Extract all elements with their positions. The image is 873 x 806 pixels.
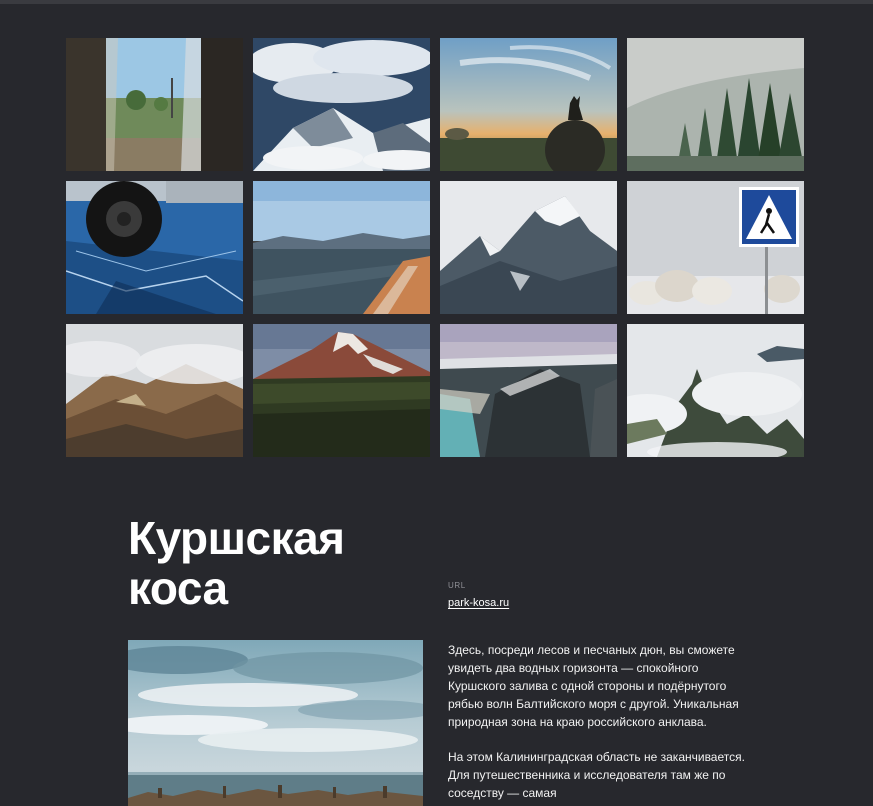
coastal-cliffs-photo — [440, 324, 617, 457]
gallery-tile-clouds-mountains[interactable] — [253, 38, 430, 171]
gallery-tile-snowy-peak[interactable] — [440, 181, 617, 314]
train-window-photo — [66, 38, 243, 171]
car-wheel-on-ice-photo — [66, 181, 243, 314]
photo-gallery — [66, 38, 806, 457]
curonian-spit-sea-photo — [128, 640, 423, 806]
misty-forest-photo — [627, 38, 804, 171]
url-label: URL — [448, 581, 466, 590]
gallery-tile-volcano[interactable] — [253, 324, 430, 457]
article-paragraph-2: На этом Калининградская область не закан… — [448, 750, 745, 800]
article-paragraph-1: Здесь, посреди лесов и песчаных дюн, вы … — [448, 643, 739, 729]
title-line-2: коса — [128, 562, 228, 614]
article-title: Куршская коса — [128, 513, 428, 613]
hero-photo — [128, 640, 423, 806]
misty-hills-photo — [66, 324, 243, 457]
gallery-tile-coastal-cliffs[interactable] — [440, 324, 617, 457]
site-link[interactable]: park-kosa.ru — [448, 597, 509, 609]
clouds-over-mountains-photo — [253, 38, 430, 171]
pedestrian-sign-photo — [627, 181, 804, 314]
lake-shore-mountains-photo — [253, 181, 430, 314]
mountains-in-clouds-photo — [627, 324, 804, 457]
top-bar — [0, 0, 873, 4]
gallery-tile-train-window[interactable] — [66, 38, 243, 171]
wolf-silhouette-sunset-photo — [440, 38, 617, 171]
gallery-tile-wolf-sunset[interactable] — [440, 38, 617, 171]
volcano-photo — [253, 324, 430, 457]
title-line-1: Куршская — [128, 512, 345, 564]
snowy-mountain-peak-photo — [440, 181, 617, 314]
gallery-tile-lake-shore[interactable] — [253, 181, 430, 314]
gallery-tile-misty-hills[interactable] — [66, 324, 243, 457]
gallery-tile-mountains-clouds[interactable] — [627, 324, 804, 457]
gallery-tile-wheel-ice[interactable] — [66, 181, 243, 314]
gallery-tile-misty-forest[interactable] — [627, 38, 804, 171]
gallery-tile-pedestrian-sign[interactable] — [627, 181, 804, 314]
